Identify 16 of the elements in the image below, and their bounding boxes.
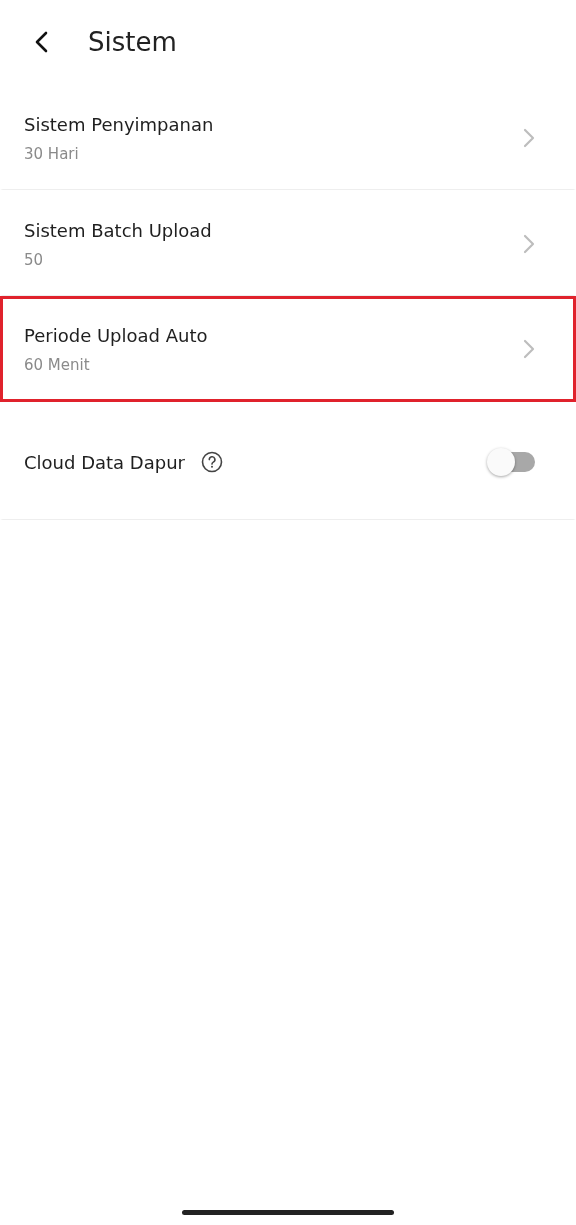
chevron-right-icon bbox=[523, 128, 535, 148]
item-title: Sistem Penyimpanan bbox=[24, 113, 214, 135]
item-value: 60 Menit bbox=[24, 355, 91, 374]
settings-item[interactable]: Sistem Batch Upload 50 bbox=[0, 190, 576, 296]
item-title: Periode Upload Auto bbox=[24, 324, 208, 346]
chevron-right-icon bbox=[523, 234, 535, 254]
help-icon[interactable] bbox=[200, 451, 223, 473]
item-title: Sistem Batch Upload bbox=[24, 219, 212, 241]
back-icon[interactable] bbox=[33, 30, 49, 54]
settings-item[interactable]: Sistem Penyimpanan 30 Hari bbox=[0, 84, 576, 190]
page-title: Sistem bbox=[88, 27, 177, 57]
item-value: 30 Hari bbox=[24, 144, 80, 163]
settings-item[interactable]: Periode Upload Auto 60 Menit bbox=[0, 296, 576, 402]
item-value: 50 bbox=[24, 250, 45, 269]
chevron-right-icon bbox=[523, 339, 535, 359]
item-title: Cloud Data Dapur bbox=[24, 451, 185, 473]
